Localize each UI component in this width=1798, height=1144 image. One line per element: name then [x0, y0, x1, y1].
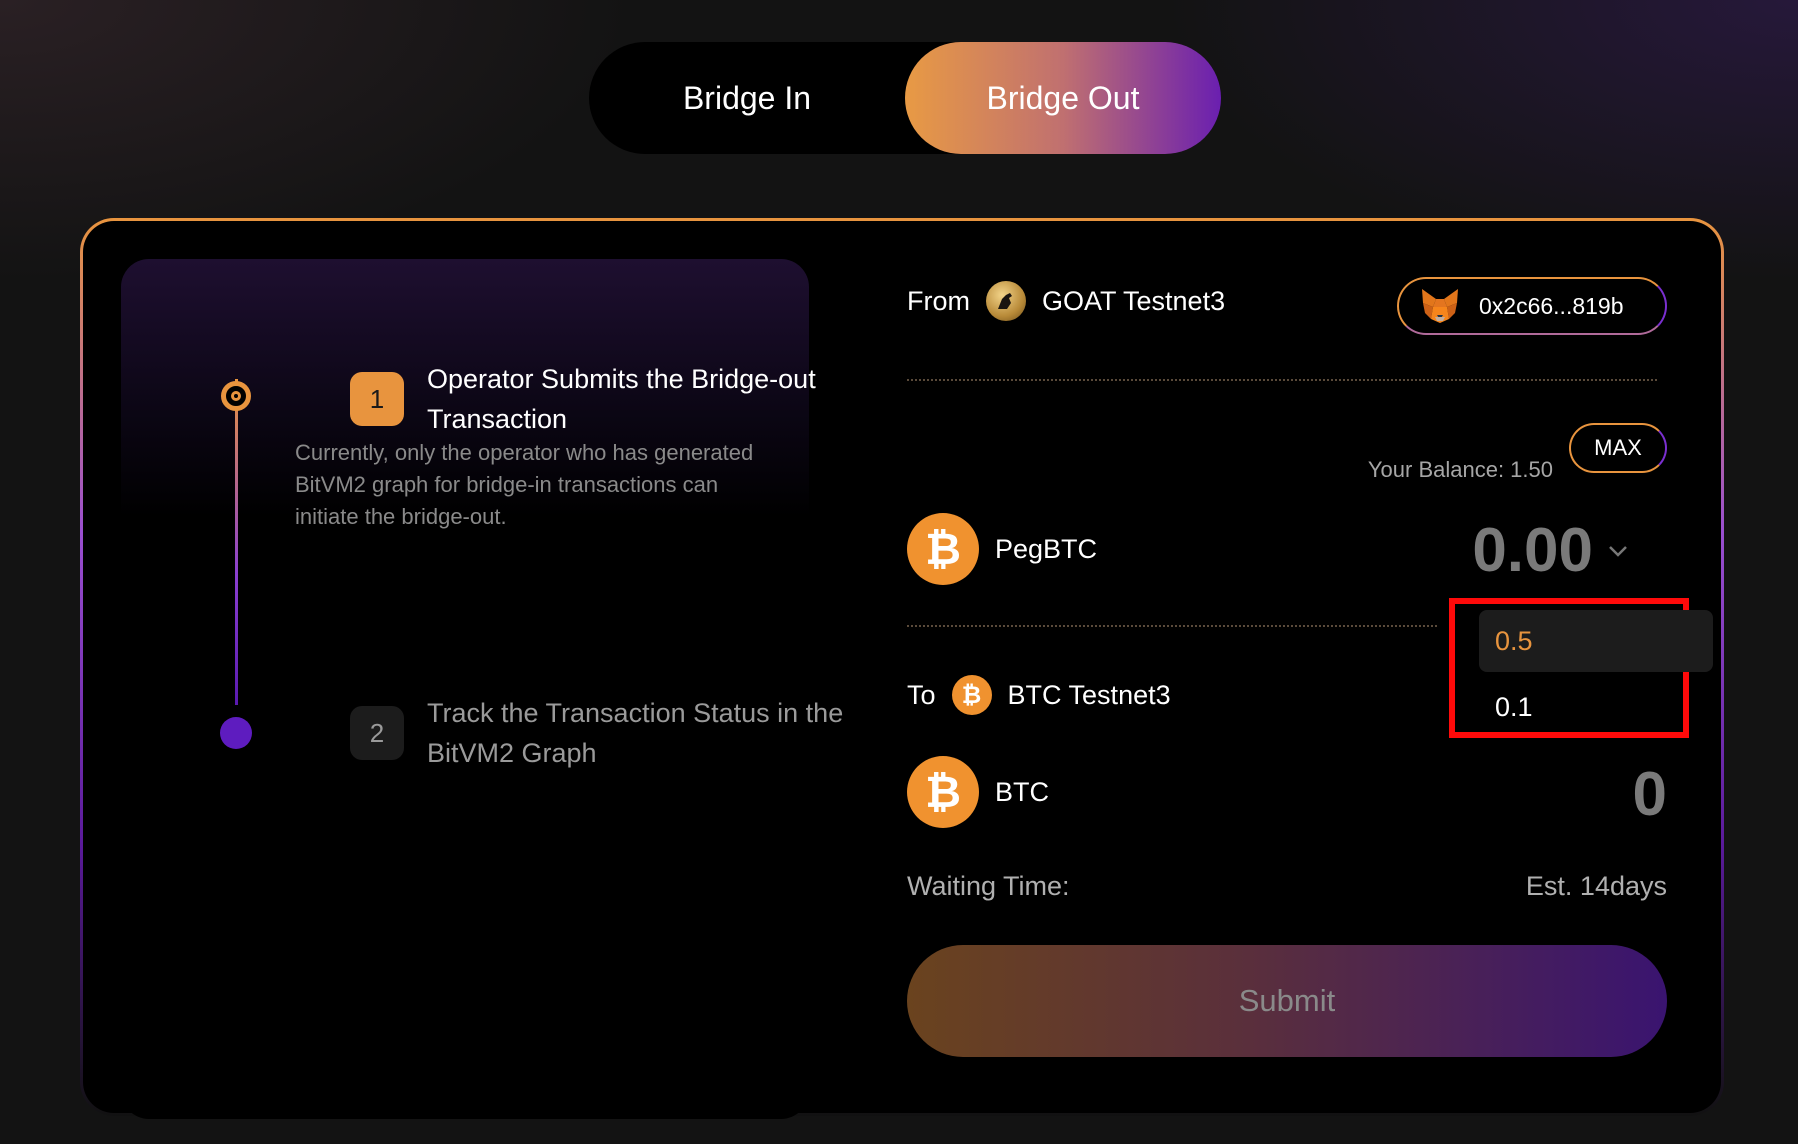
to-row: To ₿ BTC Testnet3	[907, 667, 1171, 723]
waiting-time-value: Est. 14days	[1525, 871, 1667, 901]
source-token-name: PegBTC	[995, 533, 1098, 564]
waiting-time-label: Waiting Time:	[907, 871, 1070, 901]
submit-button[interactable]: Submit	[907, 945, 1667, 1057]
amount-option-0-5[interactable]: 0.5	[1479, 610, 1713, 672]
pegbtc-icon: ₿	[907, 513, 979, 585]
step-2-title: Track the Transaction Status in the BitV…	[427, 698, 844, 768]
source-token-row: ₿ PegBTC	[907, 513, 1097, 585]
bridge-in-tab[interactable]: Bridge In	[589, 42, 905, 154]
from-network-name: GOAT Testnet3	[1042, 285, 1226, 316]
from-label: From	[907, 285, 970, 316]
step-1-title: Operator Submits the Bridge-out Transact…	[427, 364, 816, 434]
target-amount: 0	[1632, 760, 1667, 829]
balance-label: Your Balance: 1.50	[1367, 457, 1553, 482]
amount-option-0-1[interactable]: 0.1	[1479, 676, 1713, 738]
timeline-line	[235, 379, 238, 705]
to-network-name: BTC Testnet3	[1007, 679, 1171, 710]
bridge-direction-toggle: Bridge In Bridge Out	[589, 42, 1221, 154]
bitcoin-icon: ₿	[907, 756, 979, 828]
step-2-number: 2	[350, 706, 404, 760]
btc-network-icon: ₿	[951, 675, 992, 715]
step-1-number: 1	[350, 372, 404, 426]
token-divider	[907, 625, 1437, 627]
source-amount[interactable]: 0.00	[1472, 515, 1593, 586]
step-2-indicator	[220, 717, 252, 749]
wallet-address: 0x2c66...819b	[1479, 292, 1624, 319]
from-divider	[907, 379, 1657, 381]
steps-panel: 1 Operator Submits the Bridge-out Transa…	[121, 259, 843, 1119]
amount-dropdown: 0.5 0.1	[1449, 598, 1713, 738]
from-row: From GOAT Testnet3	[907, 273, 1225, 329]
target-token-row: ₿ BTC	[907, 756, 1049, 828]
goat-network-icon	[986, 281, 1026, 321]
max-button[interactable]: MAX	[1569, 423, 1667, 473]
target-token-name: BTC	[995, 776, 1049, 807]
to-label: To	[907, 679, 936, 710]
step-1-description: Currently, only the operator who has gen…	[295, 440, 754, 529]
wallet-address-button[interactable]: 0x2c66...819b	[1397, 277, 1667, 335]
bridge-out-tab[interactable]: Bridge Out	[905, 42, 1221, 154]
chevron-down-icon[interactable]	[1607, 538, 1629, 564]
step-1-indicator	[221, 381, 251, 411]
metamask-fox-icon	[1419, 287, 1461, 325]
